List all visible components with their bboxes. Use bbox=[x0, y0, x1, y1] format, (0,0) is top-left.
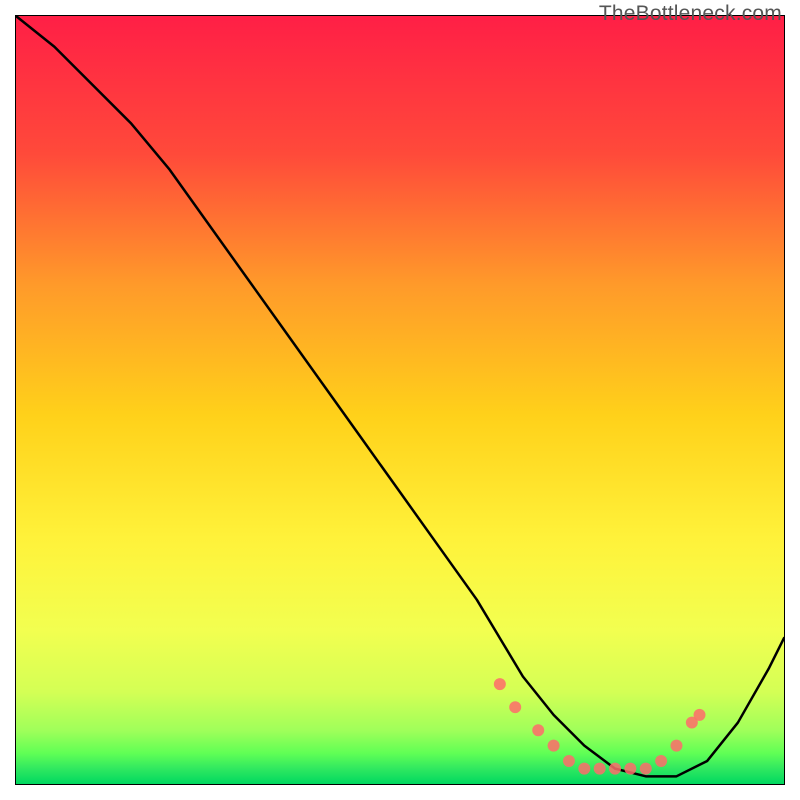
highlight-dot bbox=[655, 755, 667, 767]
highlight-dot bbox=[624, 763, 636, 775]
highlight-dot bbox=[578, 763, 590, 775]
highlight-dot bbox=[494, 678, 506, 690]
chart-plot-area bbox=[15, 15, 785, 785]
chart-container: TheBottleneck.com bbox=[0, 0, 800, 800]
highlight-dot bbox=[640, 763, 652, 775]
curve-layer bbox=[16, 16, 784, 784]
highlight-dot bbox=[509, 701, 521, 713]
highlight-dot bbox=[670, 740, 682, 752]
bottleneck-curve bbox=[16, 16, 784, 776]
highlight-dot bbox=[563, 755, 575, 767]
highlight-dot bbox=[694, 709, 706, 721]
highlight-dot bbox=[532, 724, 544, 736]
bottleneck-curve-path bbox=[16, 16, 784, 776]
highlight-dots bbox=[494, 678, 706, 774]
highlight-dot bbox=[594, 763, 606, 775]
watermark-text: TheBottleneck.com bbox=[599, 2, 782, 26]
highlight-dot bbox=[548, 740, 560, 752]
highlight-dot bbox=[609, 763, 621, 775]
